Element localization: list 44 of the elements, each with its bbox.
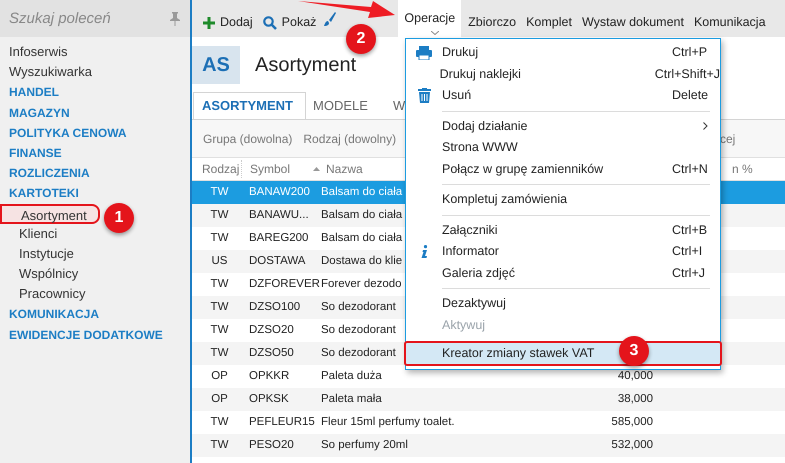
table-cell: Dostawa do klie [321,254,402,267]
callout-badge: 2 [346,24,376,54]
table-cell: DOSTAWA [249,254,306,267]
table-cell-text: 585,000 [611,414,653,430]
table-cell: DZFOREVER [249,278,320,290]
table-cell: BANAWU... [249,208,309,221]
table-cell-text: TW [210,322,228,338]
table-cell-text: US [212,254,228,269]
table-cell: OPKSK [249,392,289,405]
table-cell-text: OP [211,392,228,407]
table-cell: So dezodorant [321,300,396,313]
table-cell: Balsam do ciała [321,232,402,244]
table-cell: OPKKR [249,370,290,382]
table-cell: BANAW200 [249,186,310,198]
table-cell-text: TW [210,346,228,361]
table-cell: PEFLEUR15 [249,416,315,428]
table-cell: Balsam do ciała [321,208,402,221]
table-cell: Balsam do ciała [321,186,402,198]
filter-label: cej [720,130,736,148]
table-cell: Paleta mała [321,392,382,405]
table-cell: Paleta duża [321,370,382,382]
table-cell: So dezodorant [321,324,396,336]
table-cell-text: TW [210,276,228,292]
table-cell: So perfumy 20ml [321,438,408,451]
table-cell: Fleur 15ml perfumy toalet. [321,416,455,428]
table-cell-text: 38,000 [618,392,653,407]
table-cell-text: TW [210,414,228,430]
table-cell: Forever dezodo [321,278,402,290]
page-title: Asortyment [255,53,356,78]
table-cell: So dezodorant [321,346,396,359]
table-cell-text: 40,000 [618,368,653,384]
module-badge: AS [192,46,240,84]
table-cell: PESO20 [249,438,294,451]
table-cell: DZSO100 [249,300,300,313]
table-cell-text: TW [210,300,228,315]
table-cell: DZSO50 [249,346,294,359]
table-cell-text: 532,000 [611,438,653,453]
table-cell-text: OP [211,368,228,384]
table-cell-text: TW [210,184,228,200]
table-cell: DZSO20 [249,324,294,336]
table-cell: BAREG200 [249,232,308,244]
table-cell-text: TW [210,208,228,223]
table-cell-text: TW [210,438,228,453]
table-cell-text: TW [210,230,228,246]
